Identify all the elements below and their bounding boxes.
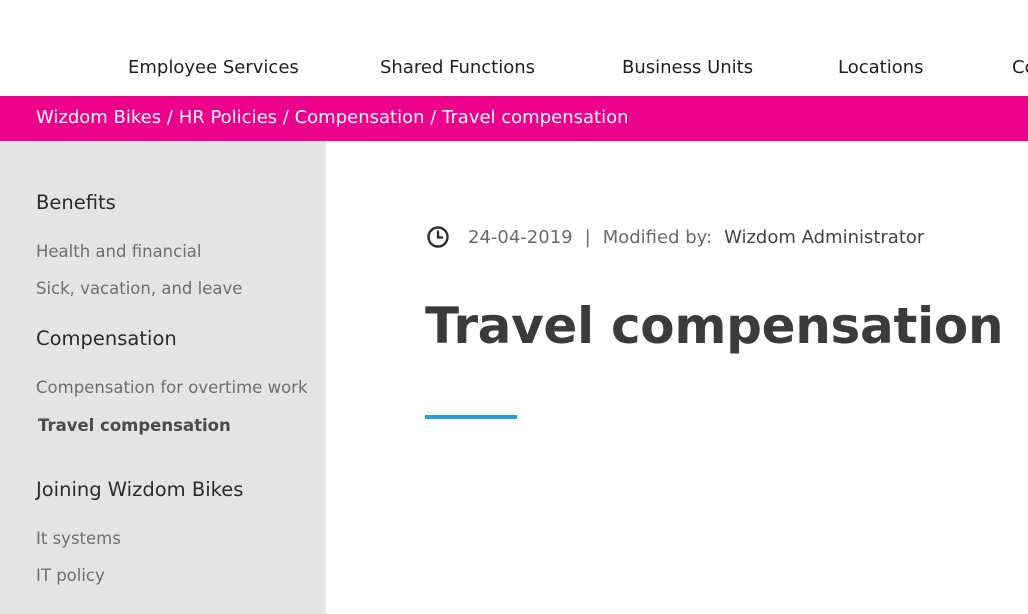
- sidebar-item-it-systems[interactable]: It systems: [36, 529, 121, 549]
- sidebar: Benefits Health and financial Sick, vaca…: [0, 141, 326, 614]
- nav-item-shared-functions[interactable]: Shared Functions: [380, 57, 535, 79]
- sidebar-heading-compensation[interactable]: Compensation: [36, 327, 177, 351]
- sidebar-heading-benefits[interactable]: Benefits: [36, 191, 116, 215]
- breadcrumb-separator: /: [282, 107, 289, 128]
- sidebar-heading-joining-wizdom-bikes[interactable]: Joining Wizdom Bikes: [36, 478, 243, 502]
- nav-item-employee-services[interactable]: Employee Services: [128, 57, 299, 79]
- page-meta: 24-04-2019 | Modified by: Wizdom Adminis…: [426, 224, 924, 250]
- sidebar-item-it-policy[interactable]: IT policy: [36, 566, 105, 586]
- modified-date: 24-04-2019: [468, 226, 573, 248]
- nav-item-business-units[interactable]: Business Units: [622, 57, 753, 79]
- nav-item-truncated[interactable]: Co: [1012, 57, 1028, 79]
- sidebar-item-travel-compensation-active[interactable]: Travel compensation: [38, 416, 231, 436]
- modified-by-author[interactable]: Wizdom Administrator: [724, 227, 924, 248]
- breadcrumb: Wizdom Bikes / HR Policies / Compensatio…: [36, 107, 629, 129]
- top-navigation: Employee Services Shared Functions Busin…: [0, 0, 1028, 96]
- breadcrumb-separator: /: [430, 107, 437, 128]
- meta-divider: |: [584, 226, 591, 248]
- modified-by-label: Modified by:: [602, 226, 713, 248]
- breadcrumb-item-wizdom-bikes[interactable]: Wizdom Bikes: [36, 107, 161, 128]
- nav-item-locations[interactable]: Locations: [838, 57, 924, 79]
- title-underline: [425, 415, 517, 419]
- breadcrumb-item-hr-policies[interactable]: HR Policies: [179, 107, 277, 128]
- breadcrumb-item-compensation[interactable]: Compensation: [295, 107, 425, 128]
- breadcrumb-separator: /: [166, 107, 173, 128]
- sidebar-item-health-and-financial[interactable]: Health and financial: [36, 242, 201, 262]
- breadcrumb-item-current[interactable]: Travel compensation: [442, 107, 628, 128]
- sidebar-item-sick-vacation-leave[interactable]: Sick, vacation, and leave: [36, 279, 242, 299]
- page-title: Travel compensation: [425, 297, 1004, 355]
- breadcrumb-bar: Wizdom Bikes / HR Policies / Compensatio…: [0, 96, 1028, 141]
- sidebar-item-overtime-compensation[interactable]: Compensation for overtime work: [36, 378, 308, 398]
- clock-icon: [426, 225, 450, 249]
